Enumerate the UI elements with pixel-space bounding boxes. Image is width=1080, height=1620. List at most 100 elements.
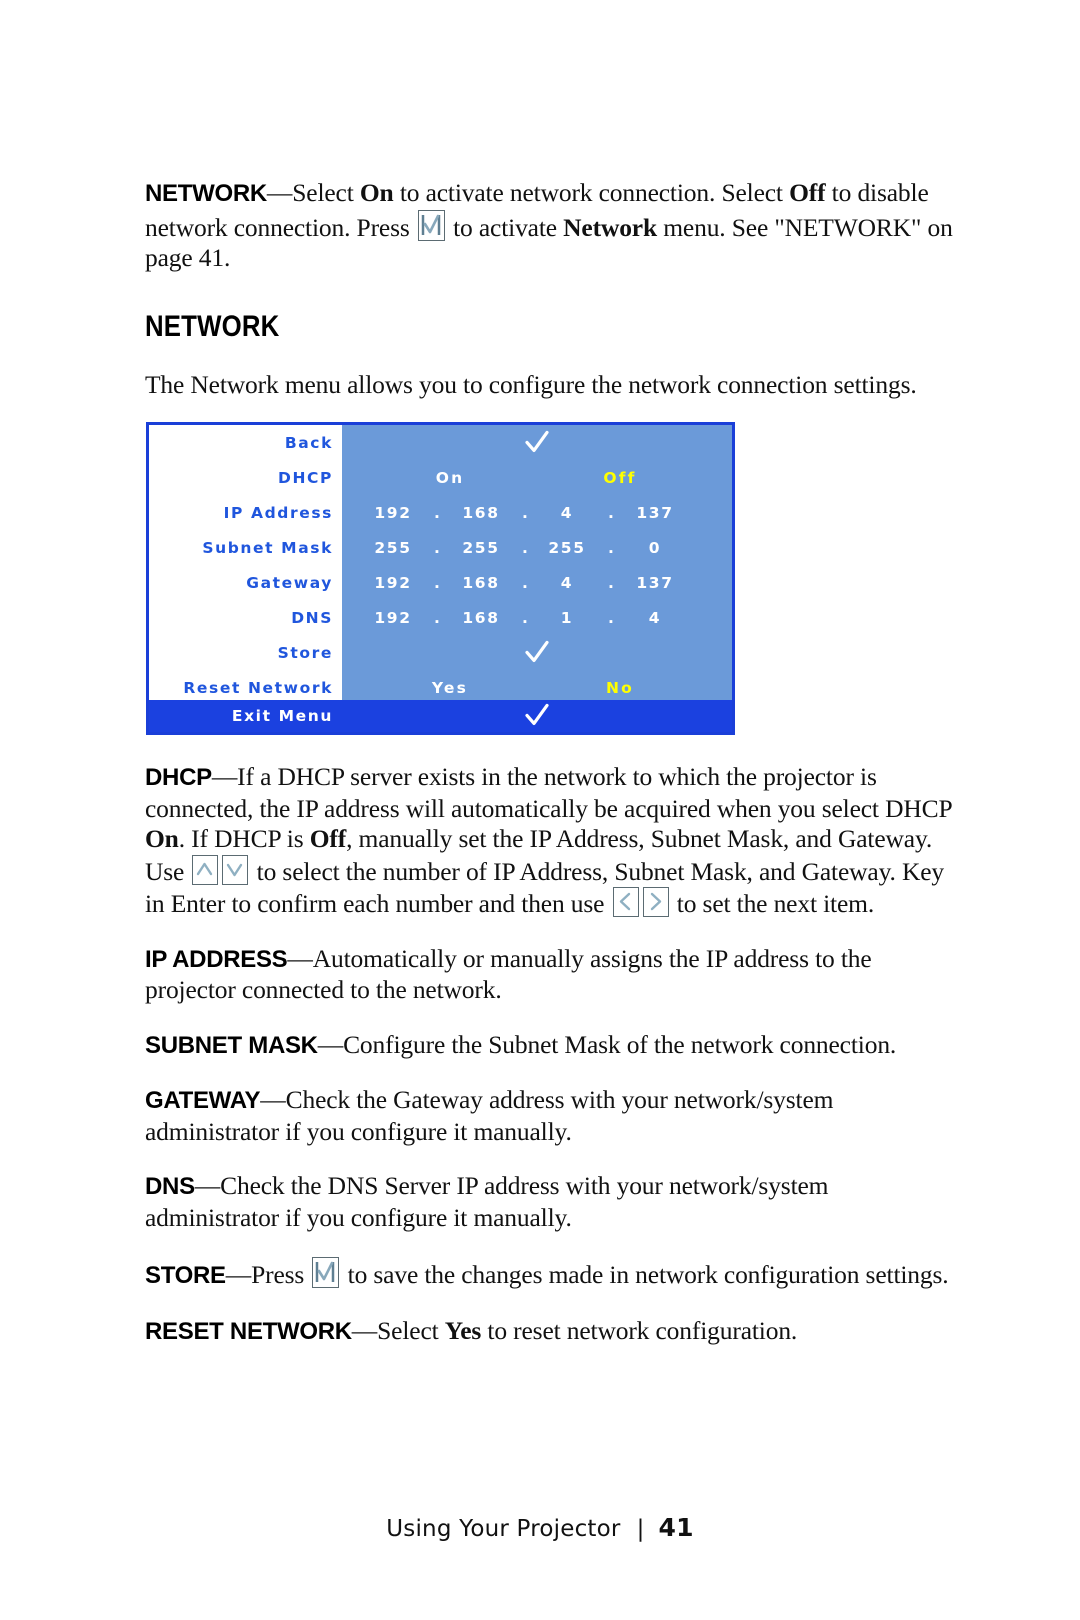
osd-value-dns[interactable]: 192 . 168 . 1 . 4	[342, 600, 732, 635]
osd-ip-address-octet-4[interactable]: 137	[624, 504, 686, 522]
arrow-left-key-icon	[612, 887, 639, 917]
term-gateway: GATEWAY	[145, 1087, 261, 1114]
osd-dns-dot-1: .	[434, 608, 440, 627]
arrow-right-key-icon	[642, 887, 669, 917]
osd-gateway-dot-3: .	[608, 573, 614, 592]
osd-value-subnet-mask[interactable]: 255 . 255 . 255 . 0	[342, 530, 732, 565]
osd-subnet-mask-dot-2: .	[522, 538, 528, 557]
osd-label-dhcp: DHCP	[278, 468, 333, 487]
osd-subnet-mask-octet-2[interactable]: 255	[450, 539, 512, 557]
osd-label-store: Store	[277, 643, 333, 662]
osd-dns-octet-1[interactable]: 192	[362, 609, 424, 627]
term-subnet-mask-2: MASK	[248, 1031, 318, 1059]
paragraph-network-intro: NETWORK—Select On to activate network co…	[145, 178, 955, 274]
osd-gateway-octet-3[interactable]: 4	[536, 574, 598, 592]
network-intro-text-2: to activate network connection. Select	[393, 178, 790, 207]
osd-gateway-octet-4[interactable]: 137	[624, 574, 686, 592]
osd-value-gateway[interactable]: 192 . 168 . 4 . 137	[342, 565, 732, 600]
paragraph-reset-network: RESET NETWORK—Select Yes to reset networ…	[145, 1316, 955, 1348]
section-heading-network: NETWORK	[145, 309, 280, 343]
paragraph-section-intro: The Network menu allows you to configure…	[145, 369, 917, 399]
document-page: NETWORK—Select On to activate network co…	[0, 0, 1080, 1620]
term-reset-network-1: RESET	[145, 1317, 224, 1345]
osd-ip-address-dot-1: .	[434, 503, 440, 522]
term-subnet-mask-1: SUBNET	[145, 1031, 242, 1059]
osd-row-exit-menu[interactable]: Exit Menu	[149, 700, 732, 732]
osd-value-dhcp[interactable]: On Off	[342, 460, 732, 495]
osd-value-store[interactable]	[342, 635, 732, 670]
osd-dns-octet-4[interactable]: 4	[624, 609, 686, 627]
term-network: NETWORK	[145, 180, 267, 207]
osd-row-dns[interactable]: DNS 192 . 168 . 1 . 4	[149, 600, 732, 635]
reset-network-text-2: to reset network configuration.	[481, 1315, 798, 1345]
arrow-down-key-icon	[222, 854, 249, 885]
dhcp-text-1: —If a DHCP server exists in the network …	[145, 762, 952, 823]
subnet-mask-text: —Configure the Subnet Mask of the networ…	[317, 1029, 897, 1059]
enter-key-icon	[417, 209, 445, 241]
paragraph-gateway: GATEWAY—Check the Gateway address with y…	[145, 1085, 955, 1147]
term-ip-address-2: ADDRESS	[172, 945, 288, 973]
osd-option-reset-no[interactable]: No	[560, 679, 680, 697]
osd-label-dns: DNS	[291, 608, 333, 627]
footer-chapter-title: Using Your Projector	[386, 1516, 621, 1542]
paragraph-subnet-mask: SUBNET MASK—Configure the Subnet Mask of…	[145, 1030, 955, 1062]
checkmark-icon	[525, 703, 549, 726]
osd-row-dhcp[interactable]: DHCP On Off	[149, 460, 732, 495]
store-text-2: to save the changes made in network conf…	[341, 1260, 949, 1289]
term-dns: DNS	[145, 1173, 195, 1200]
osd-ip-address-octet-2[interactable]: 168	[450, 504, 512, 522]
osd-label-exit-menu: Exit Menu	[231, 707, 333, 725]
paragraph-ip-address: IP ADDRESS—Automatically or manually ass…	[145, 944, 955, 1006]
osd-value-back[interactable]	[342, 425, 732, 460]
term-ip-address-1: IP	[145, 945, 167, 973]
network-intro-text-4: to activate	[446, 212, 564, 242]
network-intro-text-1: —Select	[266, 178, 360, 207]
osd-subnet-mask-octet-3[interactable]: 255	[536, 539, 598, 557]
osd-row-subnet-mask[interactable]: Subnet Mask 255 . 255 . 255 . 0	[149, 530, 732, 565]
osd-dns-dot-2: .	[522, 608, 528, 627]
page-content: NETWORK—Select On to activate network co…	[145, 178, 955, 1347]
osd-option-dhcp-off[interactable]: Off	[560, 469, 680, 487]
reset-network-bold-yes: Yes	[444, 1315, 482, 1345]
term-dhcp: DHCP	[145, 764, 212, 791]
osd-gateway-dot-2: .	[522, 573, 528, 592]
osd-subnet-mask-octet-1[interactable]: 255	[362, 539, 424, 557]
osd-subnet-mask-dot-3: .	[608, 538, 614, 557]
osd-ip-address-dot-3: .	[608, 503, 614, 522]
osd-dns-octet-3[interactable]: 1	[536, 609, 598, 627]
osd-row-gateway[interactable]: Gateway 192 . 168 . 4 . 137	[149, 565, 732, 600]
checkmark-icon	[525, 430, 549, 452]
osd-menu-body: Back DHCP On Off IP Address 192 . 168 . …	[149, 425, 732, 700]
osd-row-ip-address[interactable]: IP Address 192 . 168 . 4 . 137	[149, 495, 732, 530]
osd-ip-address-octet-3[interactable]: 4	[536, 504, 598, 522]
osd-option-dhcp-on[interactable]: On	[390, 469, 510, 487]
reset-network-text-1: —Select	[351, 1315, 445, 1345]
osd-label-ip-address: IP Address	[223, 503, 333, 522]
osd-row-store[interactable]: Store	[149, 635, 732, 670]
osd-dns-octet-2[interactable]: 168	[450, 609, 512, 627]
page-number: 41	[658, 1513, 694, 1542]
section-heading-wrap: NETWORK	[145, 310, 955, 344]
dns-text: —Check the DNS Server IP address with yo…	[145, 1171, 829, 1232]
osd-gateway-octet-2[interactable]: 168	[450, 574, 512, 592]
osd-label-back: Back	[284, 433, 333, 452]
osd-subnet-mask-octet-4[interactable]: 0	[624, 539, 686, 557]
osd-value-exit-menu[interactable]	[342, 699, 732, 734]
network-intro-bold-on: On	[359, 178, 394, 207]
page-footer: Using Your Projector | 41	[0, 1513, 1080, 1542]
osd-row-back[interactable]: Back	[149, 425, 732, 460]
dhcp-text-5: to set the next item.	[670, 889, 875, 918]
arrow-up-key-icon	[192, 854, 219, 885]
osd-option-reset-yes[interactable]: Yes	[390, 679, 510, 697]
network-intro-bold-network: Network	[563, 212, 658, 242]
dhcp-bold-on: On	[145, 824, 179, 853]
term-reset-network-2: NETWORK	[229, 1317, 352, 1345]
osd-ip-address-dot-2: .	[522, 503, 528, 522]
osd-subnet-mask-dot-1: .	[434, 538, 440, 557]
osd-network-menu: Back DHCP On Off IP Address 192 . 168 . …	[146, 422, 735, 735]
osd-gateway-octet-1[interactable]: 192	[362, 574, 424, 592]
osd-value-ip-address[interactable]: 192 . 168 . 4 . 137	[342, 495, 732, 530]
osd-ip-address-octet-1[interactable]: 192	[362, 504, 424, 522]
checkmark-icon	[525, 640, 549, 662]
dhcp-bold-off: Off	[309, 824, 347, 853]
